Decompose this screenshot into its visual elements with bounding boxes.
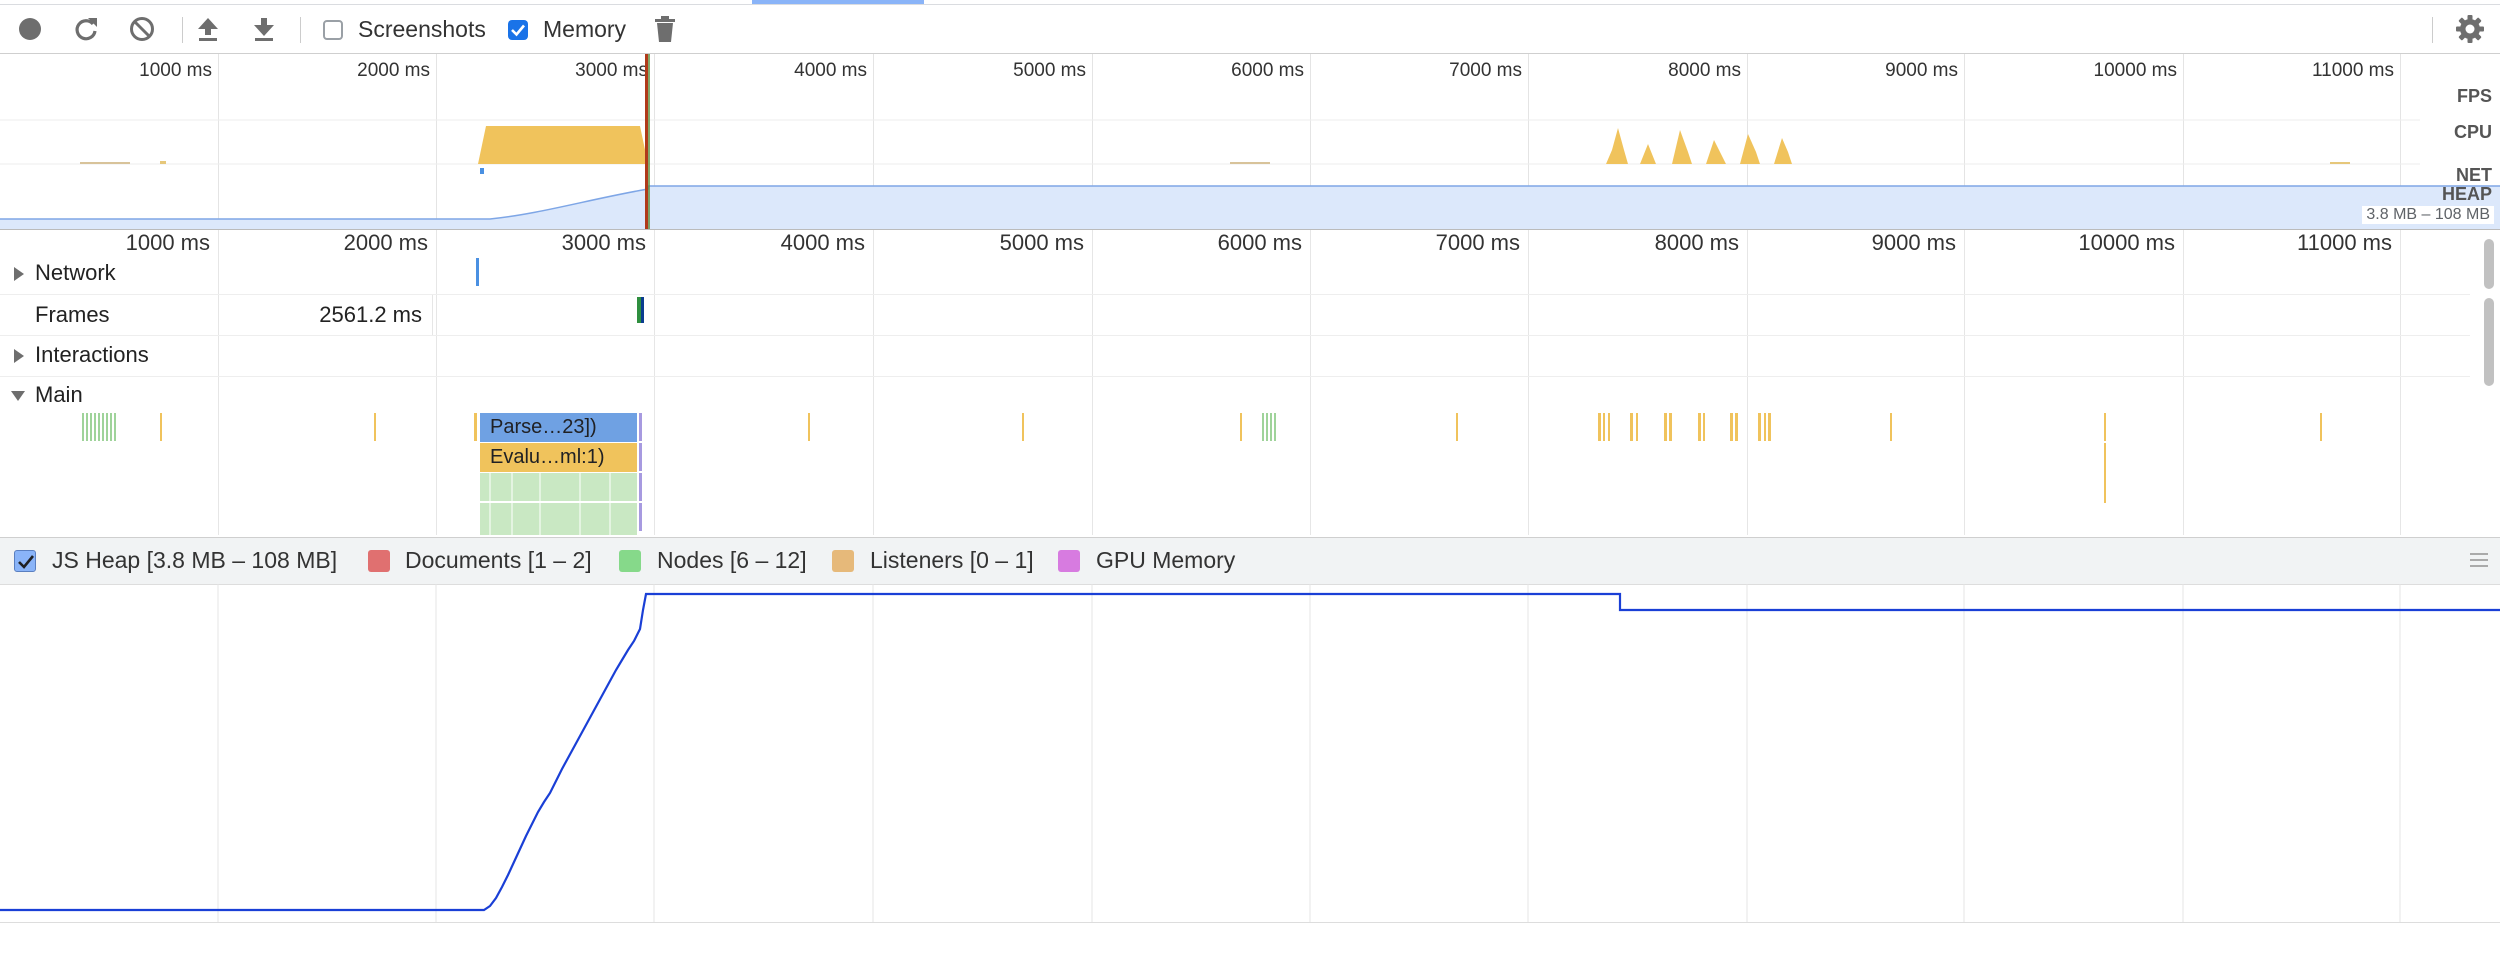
checkmark-icon — [18, 555, 35, 569]
overview-graphs — [0, 54, 2500, 229]
main-track[interactable]: Main Parse…23]) Evalu…ml:1) — [0, 377, 2470, 535]
timeline-tick-label: 1000 ms — [125, 230, 210, 255]
screenshots-label: Screenshots — [358, 16, 486, 42]
main-thread-slivers — [82, 413, 2322, 535]
timeline-tick-label: 10000 ms — [2078, 230, 2175, 255]
interactions-track[interactable]: Interactions — [0, 336, 2470, 377]
expand-icon — [14, 349, 24, 363]
gear-icon — [2456, 15, 2484, 43]
scrollbar-thumb[interactable] — [2484, 298, 2494, 386]
current-time-marker — [645, 54, 648, 229]
frame-block[interactable]: 2561.2 ms — [220, 295, 433, 335]
network-track-title: Network — [35, 260, 116, 285]
cpu-lane-label: CPU — [2453, 122, 2492, 142]
toolbar-separator — [182, 17, 183, 43]
net-lane-label: NET — [2456, 165, 2492, 185]
evaluate-script-event[interactable]: Evalu…ml:1) — [480, 443, 637, 472]
save-profile-button[interactable] — [244, 5, 284, 53]
clear-button[interactable] — [122, 5, 162, 53]
timeline-tick-label: 6000 ms — [1217, 230, 1302, 255]
parse-html-event[interactable]: Parse…23]) — [480, 413, 637, 442]
reload-icon — [75, 18, 97, 41]
js-heap-graph — [0, 584, 2500, 922]
timeline-overview[interactable]: 1000 ms 2000 ms 3000 ms 4000 ms 5000 ms 6000 … — [0, 54, 2500, 229]
upload-icon — [198, 18, 218, 41]
checkmark-icon — [511, 24, 525, 37]
documents-checkbox[interactable] — [368, 550, 390, 572]
memory-counters-legend: JS Heap [3.8 MB – 108 MB] Documents [1 –… — [0, 537, 2500, 585]
fps-lane-label: FPS — [2456, 86, 2492, 106]
network-track[interactable]: Network — [0, 254, 2470, 295]
trash-icon — [655, 16, 675, 42]
timeline-tick-label: 5000 ms — [999, 230, 1084, 255]
interactions-track-title: Interactions — [35, 342, 149, 367]
nodes-checkbox[interactable] — [619, 550, 641, 572]
record-button[interactable] — [10, 5, 50, 53]
legend-menu-icon[interactable] — [2470, 553, 2488, 567]
net-activity-mark — [480, 168, 484, 174]
gpu-memory-checkbox[interactable] — [1058, 550, 1080, 572]
record-icon — [19, 18, 41, 40]
frames-track[interactable]: Frames 2561.2 ms — [0, 295, 2470, 336]
scrollbar-thumb[interactable] — [2484, 239, 2494, 289]
cpu-activity-graph — [80, 126, 2350, 164]
load-profile-button[interactable] — [188, 5, 228, 53]
timeline-tick-label: 4000 ms — [780, 230, 865, 255]
clear-icon — [130, 17, 154, 41]
gpu-memory-label: GPU Memory — [1096, 547, 1236, 573]
download-icon — [254, 18, 274, 41]
js-heap-label: JS Heap [3.8 MB – 108 MB] — [52, 547, 338, 573]
timeline-tick-label: 3000 ms — [561, 230, 646, 255]
nodes-label: Nodes [6 – 12] — [657, 547, 807, 573]
frames-track-title: Frames — [35, 302, 110, 327]
timeline-tick-label: 8000 ms — [1654, 230, 1739, 255]
toolbar-separator — [2432, 17, 2433, 43]
js-heap-counter-chart[interactable] — [0, 584, 2500, 922]
timeline-tick-label: 9000 ms — [1871, 230, 1956, 255]
memory-checkbox[interactable] — [508, 20, 528, 40]
frame-duration: 2561.2 ms — [319, 302, 422, 327]
collect-garbage-button[interactable] — [645, 5, 685, 53]
heap-range-label: 3.8 MB – 108 MB — [2362, 206, 2494, 224]
panel-bottom-border — [0, 922, 2500, 923]
heap-lane-label: HEAP — [2441, 184, 2492, 204]
performance-toolbar: Screenshots Memory — [0, 5, 2500, 54]
screenshots-checkbox[interactable] — [323, 20, 343, 40]
reload-button[interactable] — [66, 5, 106, 53]
listeners-checkbox[interactable] — [832, 550, 854, 572]
js-heap-checkbox[interactable] — [14, 550, 36, 572]
timeline-tick-label: 2000 ms — [343, 230, 428, 255]
memory-label: Memory — [543, 16, 627, 42]
timeline-tick-label: 7000 ms — [1435, 230, 1520, 255]
timeline-tick-label: 11000 ms — [2297, 230, 2392, 255]
frame-marker[interactable] — [637, 297, 641, 323]
toolbar-separator — [300, 17, 301, 43]
expand-icon — [14, 267, 24, 281]
flame-chart[interactable]: 1000 ms 2000 ms 3000 ms 4000 ms 5000 ms 6000 … — [0, 230, 2500, 535]
network-request-bar[interactable] — [476, 258, 479, 286]
listeners-label: Listeners [0 – 1] — [870, 547, 1034, 573]
capture-settings-button[interactable] — [2450, 5, 2490, 53]
heap-area — [0, 186, 2500, 229]
documents-label: Documents [1 – 2] — [405, 547, 592, 573]
